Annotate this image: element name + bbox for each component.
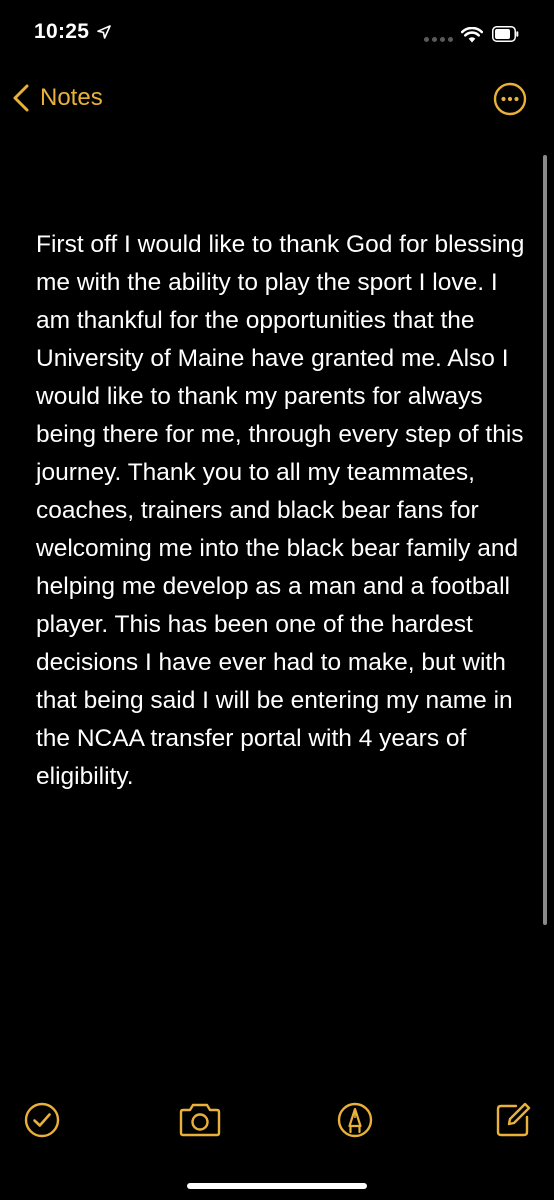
battery-icon xyxy=(492,26,519,42)
compose-icon[interactable] xyxy=(494,1101,532,1139)
scroll-indicator[interactable] xyxy=(543,155,547,925)
home-indicator[interactable] xyxy=(187,1183,367,1189)
checklist-icon[interactable] xyxy=(23,1101,61,1139)
camera-icon[interactable] xyxy=(178,1101,222,1139)
chevron-left-icon xyxy=(13,84,29,112)
back-label: Notes xyxy=(40,84,103,111)
wifi-icon xyxy=(461,27,483,43)
status-time: 10:25 xyxy=(34,20,90,43)
navigation-bar: Notes xyxy=(0,70,554,126)
note-body-text[interactable]: First off I would like to thank God for … xyxy=(36,226,526,796)
bottom-toolbar xyxy=(0,1095,554,1145)
status-bar: 10:25 xyxy=(0,0,554,64)
ellipsis-circle-icon[interactable] xyxy=(493,82,527,116)
back-button[interactable]: Notes xyxy=(12,78,103,118)
markup-pen-icon[interactable] xyxy=(336,1101,374,1139)
location-arrow-icon xyxy=(97,25,111,39)
signal-dots-icon xyxy=(424,37,453,42)
